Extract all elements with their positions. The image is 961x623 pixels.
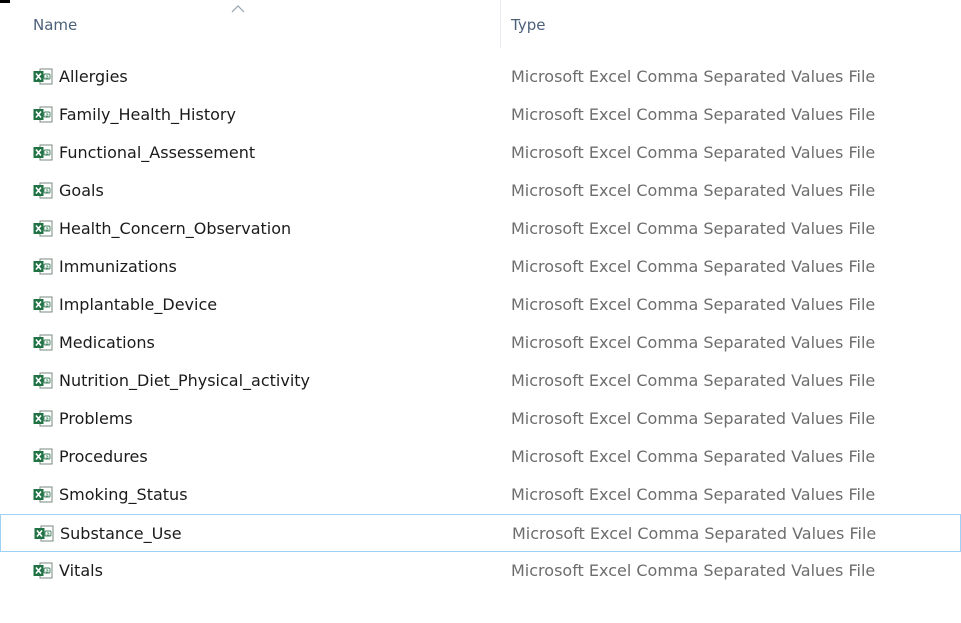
svg-text:a: a [45, 150, 48, 156]
excel-csv-icon: a [33, 296, 53, 313]
file-row[interactable]: a Goals Microsoft Excel Comma Separated Va… [0, 172, 961, 210]
file-name: Procedures [59, 447, 148, 466]
excel-csv-icon: a [33, 486, 53, 503]
excel-csv-icon: a [33, 68, 53, 85]
svg-text:a: a [45, 226, 48, 232]
file-row[interactable]: a Nutrition_Diet_Physical_activity Microso… [0, 362, 961, 400]
file-type: Microsoft Excel Comma Separated Values F… [511, 333, 876, 352]
svg-text:a: a [45, 454, 48, 460]
chevron-up-icon [230, 4, 246, 14]
column-header-bar: Name Type [0, 0, 961, 48]
column-header-name-label: Name [33, 16, 78, 34]
excel-csv-icon: a [34, 525, 54, 542]
file-name: Implantable_Device [59, 295, 218, 314]
excel-csv-icon: a [33, 220, 53, 237]
file-row[interactable]: a Procedures Microsoft Excel Comma Separat… [0, 438, 961, 476]
file-name: Medications [59, 333, 155, 352]
excel-csv-icon: a [33, 410, 53, 427]
excel-csv-icon: a [33, 258, 53, 275]
svg-text:a: a [45, 112, 48, 118]
file-type: Microsoft Excel Comma Separated Values F… [511, 561, 876, 580]
file-name: Allergies [59, 67, 128, 86]
svg-text:a: a [45, 188, 48, 194]
svg-text:a: a [46, 531, 49, 537]
svg-text:a: a [45, 568, 48, 574]
file-row[interactable]: a Health_Concern_Observation Microsoft Exc… [0, 210, 961, 248]
file-row[interactable]: a Implantable_Device Microsoft Excel Comma… [0, 286, 961, 324]
column-header-name[interactable]: Name [0, 0, 500, 48]
file-row[interactable]: a Medications Microsoft Excel Comma Separa… [0, 324, 961, 362]
excel-csv-icon: a [33, 106, 53, 123]
file-name: Substance_Use [60, 524, 182, 543]
file-type: Microsoft Excel Comma Separated Values F… [511, 447, 876, 466]
file-row[interactable]: a Family_Health_History Microsoft Excel Co… [0, 96, 961, 134]
svg-text:a: a [45, 340, 48, 346]
file-name: Smoking_Status [59, 485, 188, 504]
svg-text:a: a [45, 378, 48, 384]
file-name: Goals [59, 181, 104, 200]
file-row[interactable]: a Problems Microsoft Excel Comma Separated… [0, 400, 961, 438]
file-row[interactable]: a Smoking_Status Microsoft Excel Comma Sep… [0, 476, 961, 514]
excel-csv-icon: a [33, 334, 53, 351]
excel-csv-icon: a [33, 372, 53, 389]
svg-text:a: a [45, 74, 48, 80]
file-row[interactable]: a Immunizations Microsoft Excel Comma Sepa… [0, 248, 961, 286]
excel-csv-icon: a [33, 562, 53, 579]
file-type: Microsoft Excel Comma Separated Values F… [511, 67, 876, 86]
file-list: a Allergies Microsoft Excel Comma Separate… [0, 58, 961, 590]
file-name: Immunizations [59, 257, 177, 276]
svg-text:a: a [45, 264, 48, 270]
file-name: Problems [59, 409, 133, 428]
file-type: Microsoft Excel Comma Separated Values F… [511, 371, 876, 390]
file-type: Microsoft Excel Comma Separated Values F… [511, 257, 876, 276]
file-type: Microsoft Excel Comma Separated Values F… [512, 524, 877, 543]
file-type: Microsoft Excel Comma Separated Values F… [511, 181, 876, 200]
svg-text:a: a [45, 416, 48, 422]
file-row[interactable]: a Substance_Use Microsoft Excel Comma Sepa… [0, 514, 961, 552]
file-name: Vitals [59, 561, 103, 580]
column-header-type-label: Type [511, 16, 546, 34]
svg-text:a: a [45, 302, 48, 308]
file-type: Microsoft Excel Comma Separated Values F… [511, 409, 876, 428]
file-type: Microsoft Excel Comma Separated Values F… [511, 485, 876, 504]
svg-text:a: a [45, 492, 48, 498]
file-name: Functional_Assessement [59, 143, 256, 162]
excel-csv-icon: a [33, 182, 53, 199]
file-type: Microsoft Excel Comma Separated Values F… [511, 105, 876, 124]
file-name: Family_Health_History [59, 105, 236, 124]
file-type: Microsoft Excel Comma Separated Values F… [511, 143, 876, 162]
column-header-type[interactable]: Type [501, 0, 961, 48]
file-name: Nutrition_Diet_Physical_activity [59, 371, 310, 390]
excel-csv-icon: a [33, 448, 53, 465]
file-row[interactable]: a Allergies Microsoft Excel Comma Separate… [0, 58, 961, 96]
file-type: Microsoft Excel Comma Separated Values F… [511, 295, 876, 314]
file-row[interactable]: a Functional_Assessement Microsoft Excel C… [0, 134, 961, 172]
file-type: Microsoft Excel Comma Separated Values F… [511, 219, 876, 238]
file-name: Health_Concern_Observation [59, 219, 292, 238]
excel-csv-icon: a [33, 144, 53, 161]
file-row[interactable]: a Vitals Microsoft Excel Comma Separated V… [0, 552, 961, 590]
